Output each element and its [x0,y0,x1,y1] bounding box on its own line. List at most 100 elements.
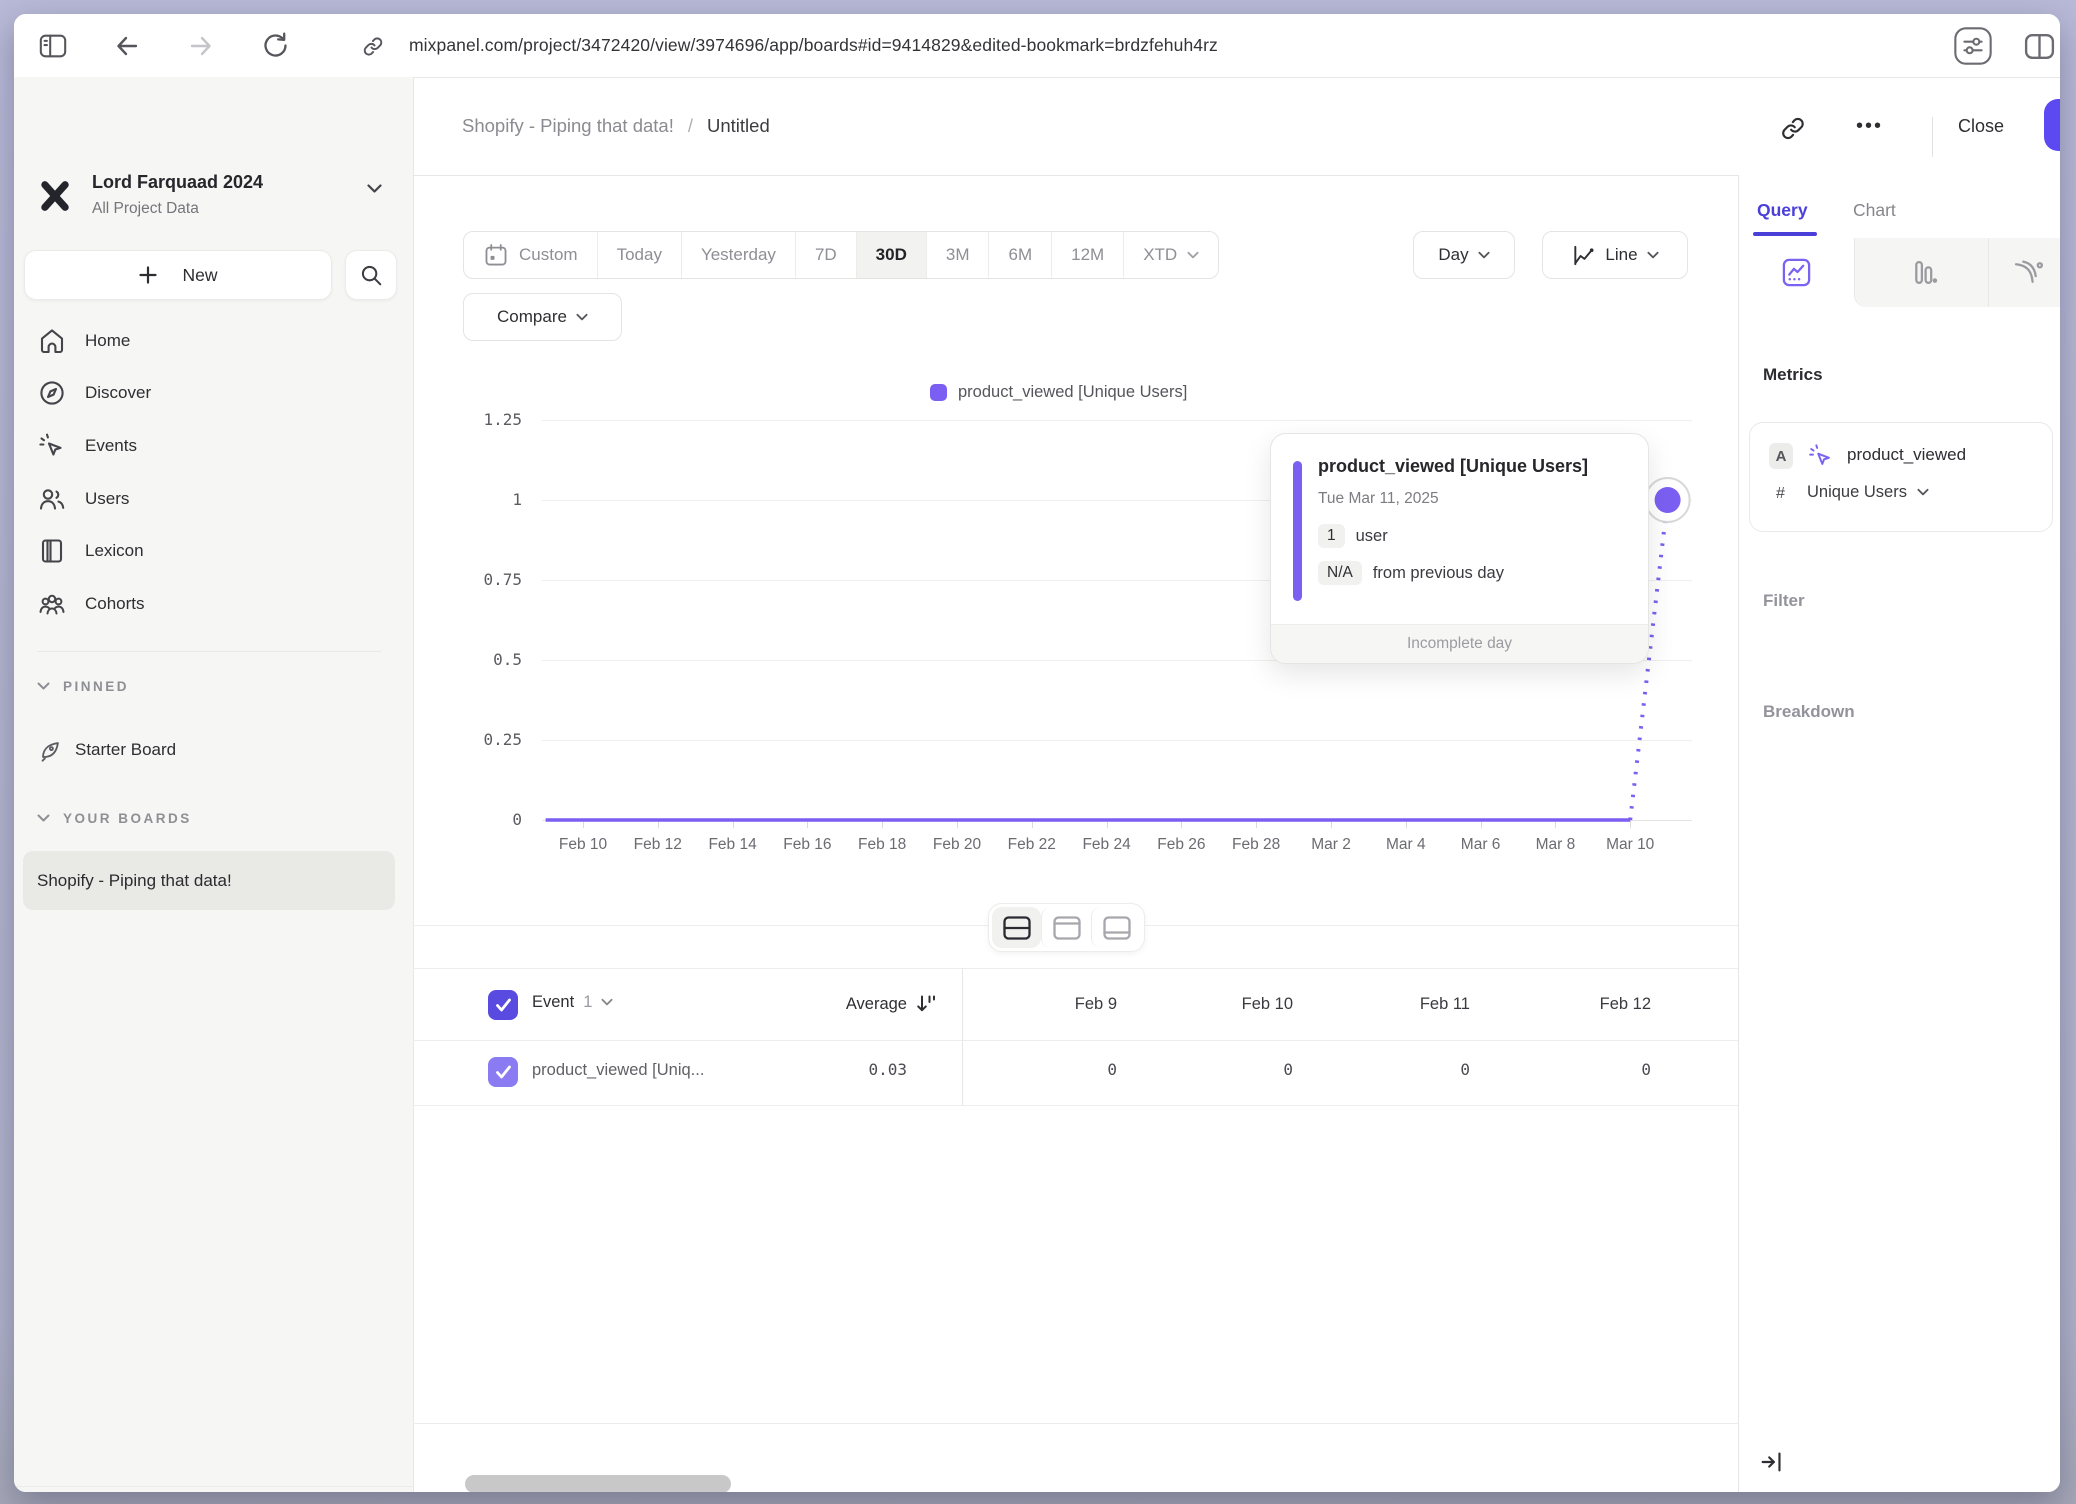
sidebar-item-discover[interactable]: Discover [14,370,413,416]
compare-dropdown[interactable]: Compare [463,293,622,341]
sort-icon[interactable] [915,992,939,1016]
tooltip-value: 1 [1318,524,1345,548]
range-custom[interactable]: Custom [464,232,597,278]
search-button[interactable] [345,250,397,300]
reload-button[interactable] [260,30,291,61]
metrics-section-label: Metrics [1763,365,1823,385]
chart-type-dropdown[interactable]: Line [1542,231,1688,279]
event-column-header[interactable]: Event 1 [532,993,613,1012]
table-top-border [413,968,1738,969]
chart-legend[interactable]: product_viewed [Unique Users] [930,383,1187,402]
sidebar-item-users[interactable]: Users [14,476,413,522]
x-tick-mark [1630,820,1631,828]
tooltip-delta: N/A [1318,561,1362,585]
breakdown-section-label: Breakdown [1763,702,1855,722]
your-boards-section-header[interactable]: YOUR BOARDS [37,811,192,826]
average-column-header[interactable]: Average [674,995,907,1014]
home-icon [37,326,67,356]
board-label: Starter Board [75,740,176,760]
pinned-section-header[interactable]: PINNED [37,679,129,694]
sidebar-item-lexicon[interactable]: Lexicon [14,528,413,574]
compass-icon [37,378,67,408]
sidebar-item-home[interactable]: Home [14,318,413,364]
horizontal-scrollbar[interactable] [465,1475,731,1492]
bottom-divider [413,1423,1738,1424]
table-cell: 0 [947,1060,1117,1079]
pinned-label: PINNED [63,679,129,694]
header-divider [1932,117,1933,157]
range-30d-selected[interactable]: 30D [856,232,926,278]
viz-tab-bar[interactable] [1854,238,1989,307]
range-today[interactable]: Today [597,232,681,278]
workspace-name[interactable]: Lord Farquaad 2024 [92,172,263,193]
range-7d[interactable]: 7D [795,232,856,278]
browser-toolbar: mixpanel.com/project/3472420/view/397469… [14,14,2060,78]
new-button[interactable]: New [24,250,332,300]
tooltip-series-bar [1293,461,1302,601]
date-column-header: Feb 9 [947,995,1117,1014]
close-button[interactable]: Close [1958,77,2004,175]
tab-chart[interactable]: Chart [1853,200,1896,221]
sidebar-item-starter-board[interactable]: Starter Board [37,737,176,763]
range-3m[interactable]: 3M [926,232,989,278]
date-column-header: Feb 11 [1300,995,1470,1014]
legend-label: product_viewed [Unique Users] [958,383,1187,402]
sidebar-item-board-selected[interactable]: Shopify - Piping that data! [23,851,395,910]
table-column-divider [962,968,963,1105]
new-button-label: New [182,265,217,286]
chart-only-toggle[interactable] [1041,907,1091,948]
save-button-partial[interactable] [2044,99,2060,151]
breadcrumb-board-name[interactable]: Shopify - Piping that data! [462,115,674,137]
viz-tab-funnel[interactable] [1988,238,2060,307]
cursor-spark-icon [37,431,67,461]
tooltip-value-unit: user [1356,527,1388,546]
extensions-icon[interactable] [1952,25,1994,67]
calendar-icon [483,242,509,268]
chevron-down-icon [1917,488,1929,497]
split-view-toggle[interactable] [992,907,1041,948]
view-toggle-group [988,903,1145,952]
viz-tab-line-selected[interactable] [1739,238,1854,307]
table-row-average: 0.03 [674,1060,907,1079]
row-checkbox[interactable] [488,1057,518,1087]
y-tick-label: 0.75 [438,570,522,589]
tab-query[interactable]: Query [1757,200,1808,221]
starter-board-icon [37,737,63,763]
more-options-button[interactable]: ••• [1856,77,1883,175]
url-bar[interactable]: mixpanel.com/project/3472420/view/397469… [409,14,1218,77]
metric-event-name: product_viewed [1847,445,1966,465]
sidebar-item-cohorts[interactable]: Cohorts [14,581,413,627]
collapse-panel-icon[interactable] [1758,1448,1786,1476]
tooltip-value-row: 1 user [1318,524,1388,548]
chevron-down-icon [37,814,50,823]
breadcrumb-separator: / [688,115,693,137]
table-cell: 0 [1123,1060,1293,1079]
metric-aggregation-dropdown[interactable]: Unique Users [1807,483,1929,502]
select-all-checkbox[interactable] [488,990,518,1020]
metric-card[interactable]: A product_viewed # Unique Users [1749,422,2053,532]
chart-tooltip: product_viewed [Unique Users] Tue Mar 11… [1270,433,1649,664]
forward-button[interactable] [186,31,216,61]
table-only-toggle[interactable] [1091,907,1141,948]
chevron-down-icon [576,313,588,322]
active-tab-indicator [1753,232,1817,236]
event-count: 1 [583,993,592,1012]
range-xtd[interactable]: XTD [1123,232,1218,278]
split-view-icon[interactable] [2022,29,2057,64]
y-tick-label: 1 [438,490,522,509]
sidebar-toggle-icon[interactable] [38,31,68,61]
desktop: mixpanel.com/project/3472420/view/397469… [0,0,2076,1504]
tooltip-footer: Incomplete day [1271,624,1648,663]
table-cell: 0 [1300,1060,1470,1079]
copy-link-icon[interactable] [1780,115,1807,142]
back-button[interactable] [112,31,142,61]
sidebar-item-events[interactable]: Events [14,423,413,469]
range-yesterday[interactable]: Yesterday [681,232,795,278]
event-spark-icon [1807,442,1835,470]
workspace-chevron-icon[interactable] [366,183,383,195]
sidebar-item-label: Lexicon [85,541,144,561]
page-title[interactable]: Untitled [707,115,770,137]
granularity-dropdown[interactable]: Day [1413,231,1515,279]
range-12m[interactable]: 12M [1051,232,1123,278]
range-6m[interactable]: 6M [988,232,1051,278]
